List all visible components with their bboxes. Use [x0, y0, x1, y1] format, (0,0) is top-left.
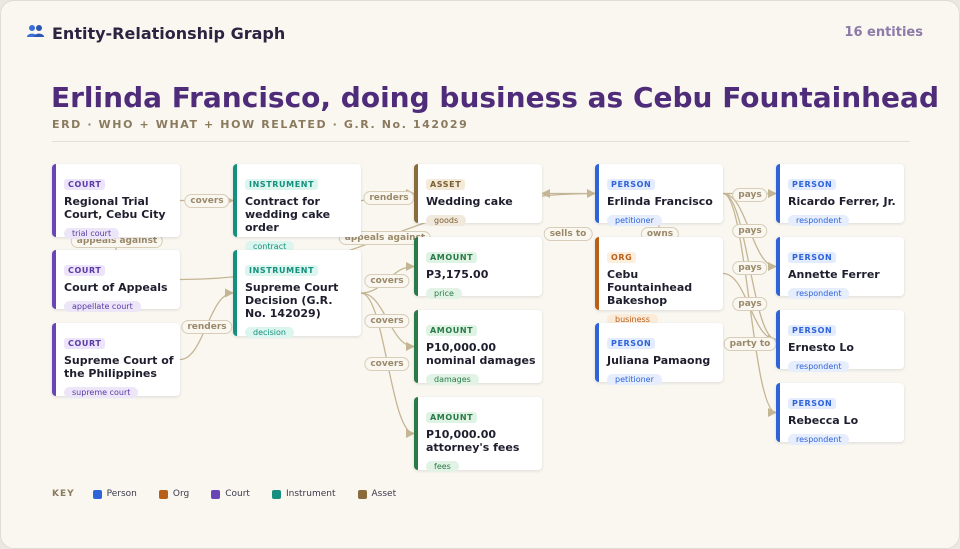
node-name: Rebecca Lo: [788, 414, 859, 427]
node-annette[interactable]: PERSON Annette Ferrer respondent: [776, 237, 904, 299]
node-name: Juliana Pamaong: [607, 354, 711, 367]
node-rtc[interactable]: COURT Regional Trial Court, Cebu City tria…: [52, 164, 180, 239]
node-role-tag: petitioner: [607, 374, 662, 385]
node-rebecca[interactable]: PERSON Rebecca Lo respondent: [776, 383, 904, 445]
node-role-tag: respondent: [788, 361, 850, 372]
node-cake[interactable]: ASSET Wedding cake goods: [414, 164, 542, 226]
node-type-badge: ASSET: [426, 179, 466, 190]
node-name: Ricardo Ferrer, Jr.: [788, 195, 896, 208]
node-role-tag: trial court: [64, 228, 120, 239]
node-type-badge: PERSON: [607, 179, 656, 190]
node-role-tag: respondent: [788, 288, 850, 299]
node-role-tag: decision: [245, 327, 294, 338]
node-type-badge: PERSON: [788, 398, 837, 409]
legend-item-label: Person: [106, 489, 137, 499]
edge-label: covers: [364, 357, 410, 371]
node-type-badge: COURT: [64, 338, 106, 349]
node-role-tag: fees: [426, 461, 459, 472]
node-type-badge: PERSON: [788, 325, 837, 336]
legend-item-org: Org: [158, 489, 190, 499]
legend-item-label: Asset: [371, 489, 397, 499]
edge-label: pays: [732, 224, 768, 238]
node-role-tag: appellate court: [64, 301, 141, 312]
legend-swatch: [158, 489, 168, 499]
edge-label: covers: [184, 194, 230, 208]
node-price[interactable]: AMOUNT P3,175.00 price: [414, 237, 542, 299]
node-name: P10,000.00 attorney's fees: [426, 428, 520, 454]
legend-swatch: [357, 489, 367, 499]
edge-label: renders: [363, 191, 415, 205]
node-name: P3,175.00: [426, 268, 489, 281]
legend-swatch: [211, 489, 221, 499]
node-sc[interactable]: COURT Supreme Court of the Philippines sup…: [52, 323, 180, 398]
node-role-tag: respondent: [788, 434, 850, 445]
legend: KEY Person Org Court Instrument Asset: [52, 489, 418, 499]
legend-swatch: [92, 489, 102, 499]
node-type-badge: PERSON: [788, 252, 837, 263]
node-name: Contract for wedding cake order: [245, 195, 331, 234]
node-erlinda[interactable]: PERSON Erlinda Francisco petitioner: [595, 164, 723, 226]
node-ricardo[interactable]: PERSON Ricardo Ferrer, Jr. respondent: [776, 164, 904, 226]
node-nominal[interactable]: AMOUNT P10,000.00 nominal damages damages: [414, 310, 542, 385]
legend-items: Person Org Court Instrument Asset: [92, 489, 418, 499]
node-name: Wedding cake: [426, 195, 513, 208]
node-name: Supreme Court of the Philippines: [64, 354, 174, 380]
edge-label: pays: [732, 188, 768, 202]
node-name: Regional Trial Court, Cebu City: [64, 195, 166, 221]
node-role-tag: damages: [426, 374, 479, 385]
node-type-badge: AMOUNT: [426, 325, 478, 336]
node-decision[interactable]: INSTRUMENT Supreme Court Decision (G.R. N…: [233, 250, 361, 338]
node-role-tag: supreme court: [64, 387, 139, 398]
legend-swatch: [271, 489, 281, 499]
node-name: Cebu Fountainhead Bakeshop: [607, 268, 693, 307]
node-type-badge: PERSON: [607, 338, 656, 349]
node-type-badge: PERSON: [788, 179, 837, 190]
legend-item-instrument: Instrument: [271, 489, 336, 499]
node-type-badge: AMOUNT: [426, 412, 478, 423]
node-name: Erlinda Francisco: [607, 195, 713, 208]
legend-label: KEY: [52, 489, 75, 499]
node-name: Annette Ferrer: [788, 268, 880, 281]
node-role-tag: respondent: [788, 215, 850, 226]
node-type-badge: ORG: [607, 252, 637, 263]
node-name: P10,000.00 nominal damages: [426, 341, 536, 367]
node-type-badge: AMOUNT: [426, 252, 478, 263]
edge-label: renders: [181, 320, 233, 334]
legend-item-label: Org: [172, 489, 190, 499]
edge-label: covers: [364, 314, 410, 328]
edge-label: sells to: [543, 227, 593, 241]
node-type-badge: COURT: [64, 265, 106, 276]
legend-item-label: Instrument: [285, 489, 336, 499]
node-name: Court of Appeals: [64, 281, 168, 294]
node-contract[interactable]: INSTRUMENT Contract for wedding cake orde…: [233, 164, 361, 252]
node-role-tag: petitioner: [607, 215, 662, 226]
edge-label: covers: [364, 274, 410, 288]
edge-label: pays: [732, 261, 768, 275]
legend-item-person: Person: [92, 489, 137, 499]
node-name: Ernesto Lo: [788, 341, 854, 354]
node-juliana[interactable]: PERSON Juliana Pamaong petitioner: [595, 323, 723, 385]
node-name: Supreme Court Decision (G.R. No. 142029): [245, 281, 339, 320]
node-bakeshop[interactable]: ORG Cebu Fountainhead Bakeshop business: [595, 237, 723, 325]
node-type-badge: INSTRUMENT: [245, 265, 319, 276]
erd-panel: Entity-Relationship Graph 16 entities Er…: [0, 0, 960, 549]
node-ca[interactable]: COURT Court of Appeals appellate court: [52, 250, 180, 312]
legend-item-asset: Asset: [357, 489, 397, 499]
node-role-tag: goods: [426, 215, 467, 226]
node-ernesto[interactable]: PERSON Ernesto Lo respondent: [776, 310, 904, 372]
node-type-badge: INSTRUMENT: [245, 179, 319, 190]
node-role-tag: price: [426, 288, 462, 299]
edge-label: party to: [723, 337, 777, 351]
legend-item-label: Court: [225, 489, 250, 499]
legend-item-court: Court: [211, 489, 250, 499]
node-type-badge: COURT: [64, 179, 106, 190]
node-fees[interactable]: AMOUNT P10,000.00 attorney's fees fees: [414, 397, 542, 472]
edge-label: pays: [732, 297, 768, 311]
